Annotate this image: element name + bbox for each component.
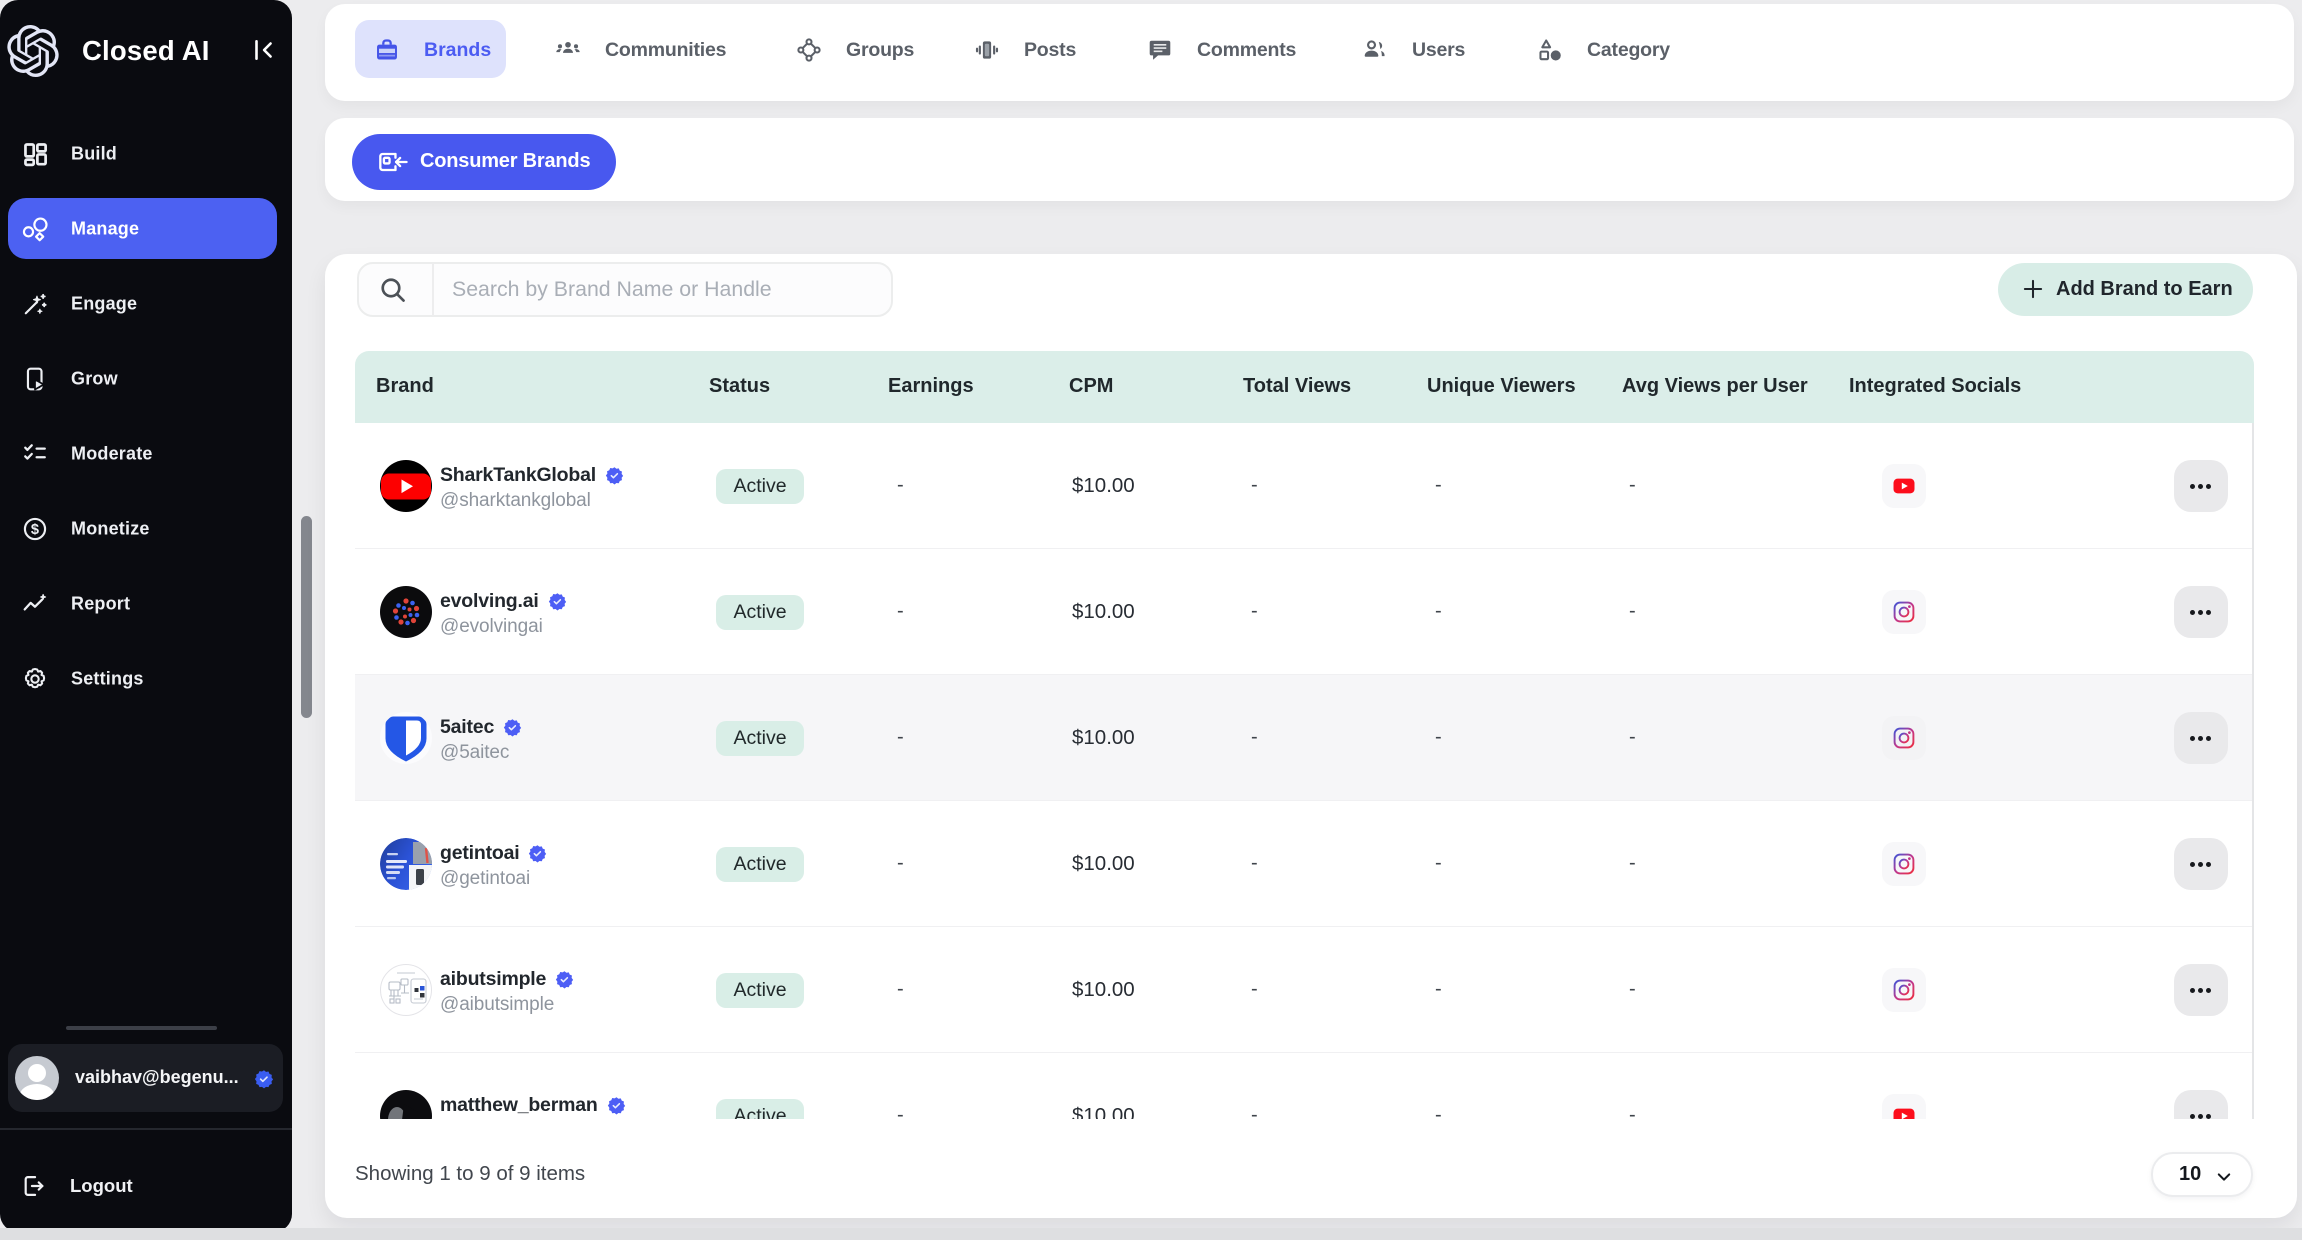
svg-text:$: $ bbox=[31, 521, 39, 537]
